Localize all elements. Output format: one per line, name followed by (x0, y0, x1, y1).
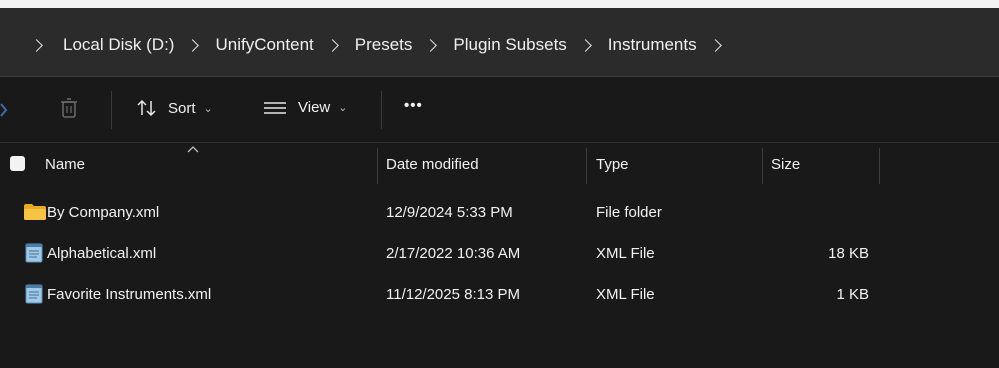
file-date: 2/17/2022 10:36 AM (386, 244, 521, 262)
sort-ascending-icon (187, 146, 199, 153)
chevron-right-icon[interactable] (708, 38, 722, 52)
file-type: XML File (596, 285, 655, 303)
column-divider[interactable] (879, 148, 880, 184)
file-name: Favorite Instruments.xml (47, 285, 212, 303)
view-label: View (298, 99, 331, 116)
chevron-right-icon[interactable] (30, 38, 43, 52)
file-date: 12/9/2024 5:33 PM (386, 203, 513, 221)
chevron-right-icon[interactable] (424, 38, 438, 52)
column-header-row: Name Date modified Type Size (0, 143, 999, 185)
column-divider[interactable] (762, 148, 763, 184)
chevron-down-icon: ⌄ (338, 102, 348, 114)
breadcrumb-item[interactable]: Instruments (608, 35, 697, 55)
chevron-right-icon[interactable] (325, 38, 339, 52)
column-divider[interactable] (377, 148, 378, 184)
breadcrumb-item[interactable]: UnifyContent (215, 35, 313, 55)
file-row[interactable]: By Company.xml 12/9/2024 5:33 PM File fo… (0, 194, 999, 230)
file-type: XML File (596, 244, 655, 262)
column-header-date[interactable]: Date modified (386, 143, 479, 185)
chevron-down-icon: ⌄ (203, 102, 213, 115)
chevron-right-icon[interactable] (578, 38, 592, 52)
file-name: By Company.xml (47, 203, 160, 221)
chevron-right-icon[interactable] (186, 38, 200, 52)
address-bar[interactable]: Local Disk (D:) UnifyContent Presets Plu… (0, 8, 999, 77)
column-header-name[interactable]: Name (45, 143, 85, 185)
notepad-file-icon (25, 276, 43, 312)
trash-icon (61, 98, 77, 118)
view-button[interactable]: View ⌄ (264, 99, 347, 116)
sort-arrows-icon (137, 99, 156, 117)
file-size (771, 194, 869, 230)
file-type: File folder (596, 203, 662, 221)
toolbar-separator (381, 91, 382, 129)
sort-label: Sort (168, 99, 196, 117)
delete-button[interactable] (60, 97, 78, 119)
view-lines-icon (264, 101, 286, 114)
column-header-size[interactable]: Size (771, 143, 800, 185)
file-date: 11/12/2025 8:13 PM (386, 285, 520, 303)
window-top-edge (0, 0, 999, 8)
file-name: Alphabetical.xml (47, 244, 157, 262)
breadcrumb: Local Disk (D:) UnifyContent Presets Plu… (30, 35, 722, 55)
see-more-button[interactable]: ••• (404, 97, 423, 114)
command-bar: Sort ⌄ View ⌄ ••• (0, 77, 999, 143)
notepad-file-icon (25, 235, 43, 271)
sort-button[interactable]: Sort ⌄ (136, 99, 213, 117)
column-divider[interactable] (586, 148, 587, 184)
breadcrumb-item[interactable]: Local Disk (D:) (63, 35, 174, 55)
folder-icon (24, 194, 46, 230)
file-size: 18 KB (828, 244, 869, 262)
file-row[interactable]: Favorite Instruments.xml 11/12/2025 8:13… (0, 276, 999, 312)
select-all-checkbox[interactable] (10, 156, 25, 171)
cut-edge-icon (0, 103, 8, 117)
file-size: 1 KB (836, 285, 869, 303)
file-row[interactable]: Alphabetical.xml 2/17/2022 10:36 AM XML … (0, 235, 999, 271)
column-header-type[interactable]: Type (596, 143, 629, 185)
breadcrumb-item[interactable]: Presets (355, 35, 413, 55)
toolbar-separator (111, 91, 112, 129)
breadcrumb-item[interactable]: Plugin Subsets (453, 35, 566, 55)
